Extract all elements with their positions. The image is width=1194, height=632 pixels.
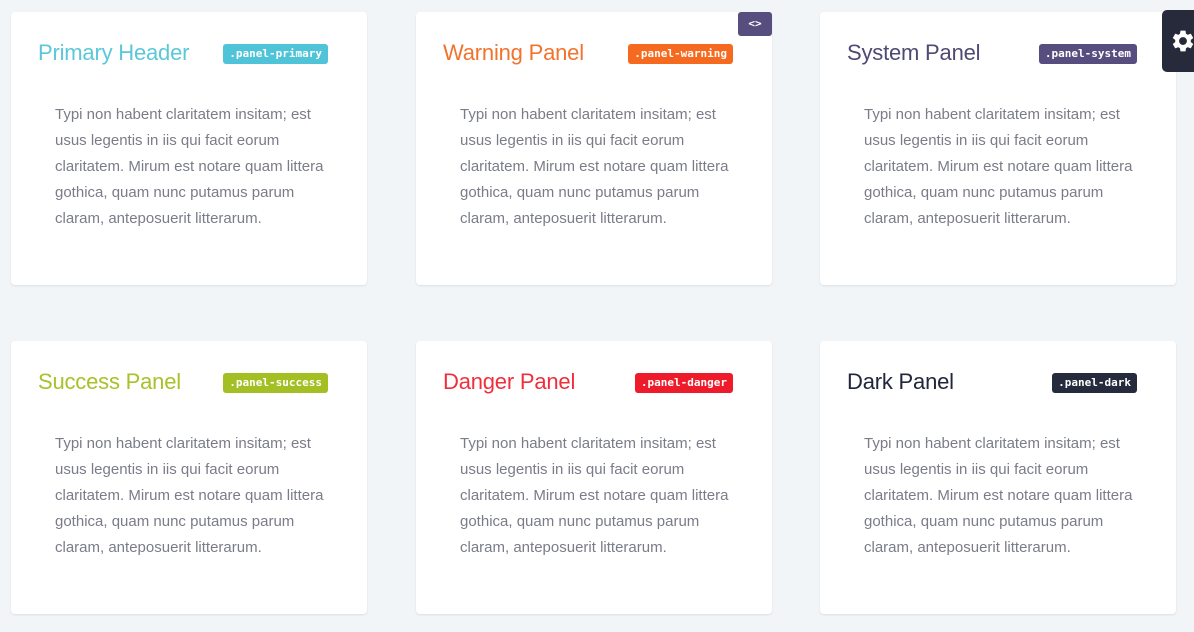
panel-body-text: Typi non habent claritatem insitam; est … — [55, 435, 324, 556]
panel-body-text: Typi non habent claritatem insitam; est … — [55, 106, 324, 227]
panel-primary: Primary Header .panel-primary Typi non h… — [11, 12, 367, 285]
panel-class-badge: .panel-success — [223, 373, 328, 393]
panel-body-text: Typi non habent claritatem insitam; est … — [864, 106, 1133, 227]
panel-class-badge: .panel-system — [1038, 44, 1137, 64]
panel-warning: Warning Panel .panel-warning Typi non ha… — [416, 12, 772, 285]
panel-system: System Panel .panel-system Typi non habe… — [820, 12, 1176, 285]
panel-title: Primary Header — [38, 40, 190, 65]
panel-class-badge: .panel-warning — [628, 44, 733, 64]
panel-success: Success Panel .panel-success Typi non ha… — [11, 341, 367, 614]
panel-title: Dark Panel — [847, 369, 954, 394]
panel-class-badge: .panel-dark — [1052, 373, 1137, 393]
panel-title: Warning Panel — [443, 40, 584, 65]
panel-class-badge: .panel-danger — [634, 373, 733, 393]
panel-danger: Danger Panel .panel-danger Typi non habe… — [416, 341, 772, 614]
code-toggle-button[interactable]: <> — [738, 12, 772, 36]
panel-body-text: Typi non habent claritatem insitam; est … — [460, 106, 729, 227]
panel-body-text: Typi non habent claritatem insitam; est … — [460, 435, 729, 556]
panel-title: Success Panel — [38, 369, 181, 394]
panels-showcase: Primary Header .panel-primary Typi non h… — [0, 0, 1194, 632]
panel-body-text: Typi non habent claritatem insitam; est … — [864, 435, 1133, 556]
panel-dark: Dark Panel .panel-dark Typi non habent c… — [820, 341, 1176, 614]
panel-title: Danger Panel — [443, 369, 576, 394]
settings-toggle-button[interactable] — [1162, 10, 1194, 72]
panel-title: System Panel — [847, 40, 981, 65]
panel-class-badge: .panel-primary — [223, 44, 328, 64]
